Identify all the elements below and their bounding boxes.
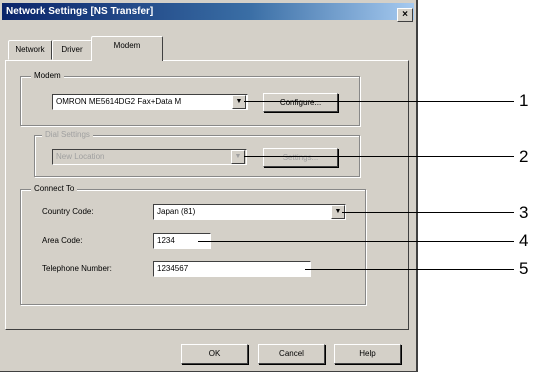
dial-settings-group-label: Dial Settings [42,130,93,140]
dial-settings-button: Settings... [263,148,338,167]
callout-number-2: 2 [519,147,529,166]
telephone-number-input[interactable]: 1234567 [153,261,311,277]
callout-line-5 [305,269,514,270]
location-select: New Location [52,149,247,165]
tab-network[interactable]: Network [8,40,52,60]
close-icon[interactable]: × [397,8,413,22]
callout-line-4 [198,241,514,242]
callout-number-4: 4 [519,231,529,250]
ok-button[interactable]: OK [181,344,248,364]
chevron-down-icon[interactable]: ▼ [232,95,246,109]
telephone-number-label: Telephone Number: [42,264,112,273]
country-code-select[interactable]: Japan (81) [153,204,346,220]
area-code-label: Area Code: [42,236,83,245]
tab-driver[interactable]: Driver [52,40,92,60]
help-button[interactable]: Help [334,344,401,364]
callout-line-2 [244,156,514,157]
dialog-title: Network Settings [NS Transfer] [2,3,414,20]
cancel-button[interactable]: Cancel [258,344,325,364]
callout-line-1 [244,101,514,102]
tab-modem[interactable]: Modem [91,36,163,61]
callout-number-3: 3 [519,203,529,222]
modem-group-label: Modem [31,71,64,81]
callout-number-1: 1 [519,91,529,110]
chevron-down-icon: ▼ [231,150,245,164]
connect-to-group-label: Connect To [31,184,78,194]
configure-button[interactable]: Configure... [263,93,338,112]
callout-line-3 [342,212,514,213]
country-code-label: Country Code: [42,207,94,216]
modem-select[interactable]: OMRON ME5614DG2 Fax+Data M [52,94,248,110]
callout-number-5: 5 [519,259,529,278]
